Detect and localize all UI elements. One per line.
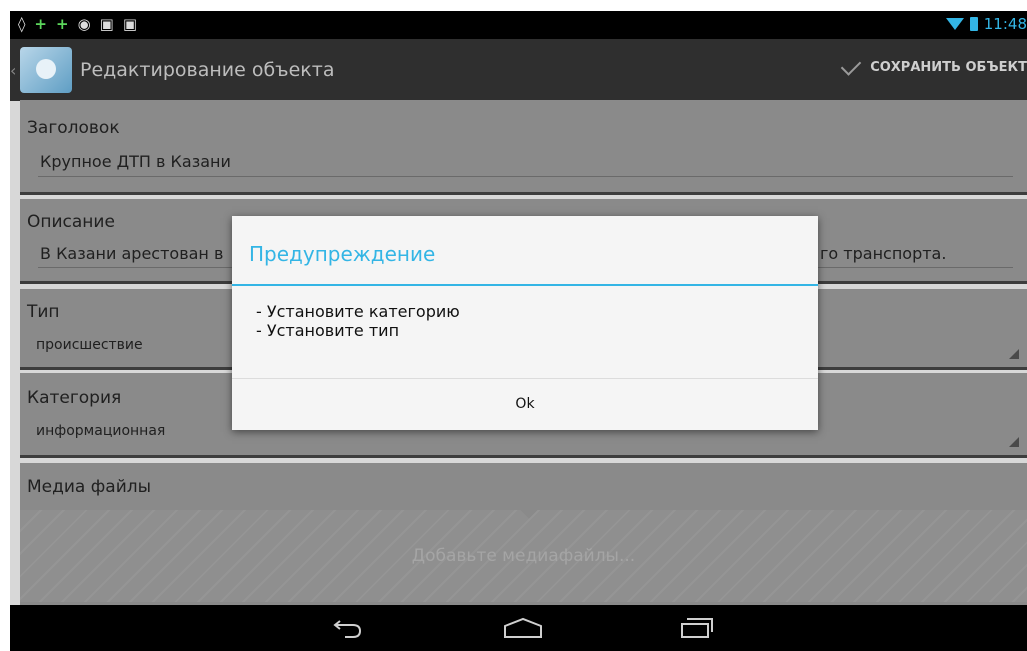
- save-object-label: СОХРАНИТЬ ОБЪЕКТ: [870, 60, 1027, 75]
- dialog-title: Предупреждение: [249, 242, 436, 266]
- ok-button[interactable]: Ok: [232, 379, 818, 430]
- plus-icon: +: [34, 15, 47, 33]
- notification-icons: ◊ + + ◉ ▣ ▣: [18, 15, 137, 33]
- dialog-message-line: - Установите тип: [256, 321, 400, 340]
- action-bar-title: Редактирование объекта: [80, 59, 335, 81]
- device-screen: ◊ + + ◉ ▣ ▣ 11:48 ‹ Редактирование объек…: [10, 11, 1027, 651]
- wifi-icon: [945, 18, 964, 30]
- app-logo[interactable]: [20, 47, 72, 93]
- up-caret-icon[interactable]: ‹: [10, 61, 16, 80]
- recent-apps-icon[interactable]: [680, 617, 714, 639]
- battery-icon: [969, 17, 978, 31]
- bag-icon: ▣: [122, 15, 138, 33]
- navigation-bar: [10, 605, 1027, 651]
- status-bar: ◊ + + ◉ ▣ ▣ 11:48: [10, 11, 1027, 39]
- android-icon: ◉: [77, 15, 91, 33]
- check-icon: [840, 55, 862, 76]
- bag-icon: ▣: [99, 15, 114, 33]
- plus-icon: +: [56, 15, 69, 33]
- home-icon[interactable]: [503, 617, 543, 639]
- system-icons: 11:48: [945, 15, 1027, 33]
- gps-icon: ◊: [18, 15, 26, 33]
- warning-dialog: Предупреждение - Установите категорию - …: [232, 216, 818, 430]
- status-clock: 11:48: [983, 15, 1027, 33]
- dialog-message: - Установите категорию - Установите тип: [256, 302, 460, 340]
- dialog-message-line: - Установите категорию: [256, 302, 460, 321]
- dialog-title-divider: [232, 284, 818, 286]
- action-bar: ‹ Редактирование объекта СОХРАНИТЬ ОБЪЕК…: [10, 39, 1027, 101]
- save-object-button[interactable]: СОХРАНИТЬ ОБЪЕКТ: [840, 55, 1027, 76]
- back-icon[interactable]: [333, 615, 363, 641]
